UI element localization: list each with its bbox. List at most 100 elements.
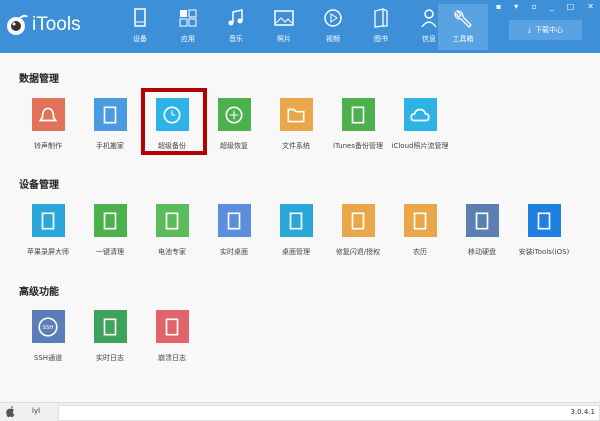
wrench-icon (454, 10, 472, 28)
tool-item[interactable]: 农历 (389, 204, 451, 257)
itools-logo-icon (7, 14, 28, 35)
tool-label: SSH通道 (33, 354, 63, 362)
nav-tab-3[interactable]: 照片 (263, 4, 305, 50)
ssh-icon: SSH (31, 310, 65, 343)
download-center-button[interactable]: ⤓ 下载中心 (509, 20, 582, 40)
feedback-icon[interactable]: ▪ (496, 2, 501, 11)
live-desktop-icon (217, 204, 251, 237)
rocket-icon (93, 204, 127, 237)
tool-item[interactable]: 实时日志 (79, 310, 141, 363)
tool-label: 修复闪退/授权 (335, 248, 381, 256)
nav-tab-label: 信息 (422, 35, 436, 43)
nav-tab-label: 音乐 (229, 35, 243, 43)
tool-label: 崩溃日志 (158, 354, 186, 362)
tool-item[interactable]: 手机搬家 (79, 98, 141, 151)
phone-transfer-icon (93, 98, 127, 131)
book-icon (374, 8, 388, 28)
app-title: iTools (32, 14, 81, 35)
tool-item[interactable]: 铃声制作 (17, 98, 79, 151)
highlight-box (141, 88, 207, 155)
nav-tab-0[interactable]: 设备 (119, 4, 161, 50)
top-bar: iTools 设备 应用 音乐 照片 视频 图书 信息 工具箱 ⤓ 下载中心 ▪ ▾ ▫ _ … (0, 0, 600, 53)
skin-icon[interactable]: ▾ (514, 2, 518, 11)
nav-tab-label: 图书 (374, 35, 388, 43)
tool-label: 铃声制作 (34, 142, 62, 150)
tool-item[interactable]: 苹果录屏大师 (17, 204, 79, 257)
tool-item[interactable]: 电池专家 (141, 204, 203, 257)
tool-label: 手机搬家 (96, 142, 124, 150)
download-center-label: 下载中心 (535, 26, 564, 34)
nav-tab-label: 视频 (326, 35, 340, 43)
nav-tab-label: 应用 (181, 35, 195, 43)
calendar-icon (403, 204, 437, 237)
tool-item[interactable]: 文件系统 (265, 98, 327, 151)
tool-item[interactable]: iTunes备份管理 (327, 98, 389, 151)
tool-item[interactable]: SSH SSH通道 (17, 310, 79, 363)
nav-tab-1[interactable]: 应用 (167, 4, 209, 50)
logo: iTools (6, 14, 81, 36)
tool-item[interactable]: 一键清理 (79, 204, 141, 257)
tool-item[interactable]: iCloud照片流管理 (389, 98, 451, 151)
nav-tab-label: 设备 (133, 35, 147, 43)
minimize-icon[interactable]: _ (550, 2, 554, 11)
tool-label: 移动硬盘 (468, 248, 496, 256)
nav-tab-7[interactable]: 工具箱 (438, 4, 488, 50)
section-title: 高级功能 (19, 287, 59, 298)
apple-icon (6, 406, 15, 419)
settings-icon[interactable]: ▫ (531, 2, 536, 11)
restore-icon (217, 98, 251, 131)
tool-item[interactable]: 实时桌面 (203, 204, 265, 257)
tool-label: 安装iTools(iOS) (518, 248, 570, 256)
tool-item[interactable]: 安装iTools(iOS) (513, 204, 575, 257)
section-title: 数据管理 (19, 74, 59, 85)
nav-tab-4[interactable]: 视频 (312, 4, 354, 50)
tool-label: 苹果录屏大师 (27, 248, 69, 256)
desktop-manage-icon (279, 204, 313, 237)
photo-icon (274, 10, 294, 26)
user-name: lyl (32, 407, 41, 415)
maximize-icon[interactable]: □ (567, 2, 575, 11)
tool-label: 文件系统 (282, 142, 310, 150)
icloud-icon (403, 98, 437, 131)
crash-log-icon (155, 310, 189, 343)
install-itools-icon (527, 204, 561, 237)
repair-badge-icon (341, 204, 375, 237)
window-controls: ▪ ▾ ▫ _ □ ✕ (496, 2, 594, 11)
video-icon (324, 9, 342, 27)
screen-mirror-icon (31, 204, 65, 237)
battery-icon (155, 204, 189, 237)
tool-item[interactable]: 移动硬盘 (451, 204, 513, 257)
tool-label: 一键清理 (96, 248, 124, 256)
section-title: 设备管理 (19, 180, 59, 191)
tool-item[interactable]: 桌面管理 (265, 204, 327, 257)
nav-tab-label: 工具箱 (452, 35, 474, 43)
usb-drive-icon (465, 204, 499, 237)
tool-label: iCloud照片流管理 (391, 142, 449, 150)
status-bar: lyl 3.0.4.1 (0, 402, 600, 421)
close-icon[interactable]: ✕ (587, 2, 594, 11)
music-icon (228, 9, 243, 26)
tool-label: iTunes备份管理 (333, 142, 383, 150)
tool-item[interactable]: 超级恢复 (203, 98, 265, 151)
svg-text:SSH: SSH (42, 325, 53, 331)
apps-icon (179, 9, 197, 27)
status-field: 3.0.4.1 (58, 405, 600, 421)
itunes-backup-icon (341, 98, 375, 131)
tool-label: 实时桌面 (220, 248, 248, 256)
tool-label: 超级恢复 (220, 142, 248, 150)
tool-label: 桌面管理 (282, 248, 310, 256)
nav-tab-5[interactable]: 图书 (360, 4, 402, 50)
download-icon: ⤓ (527, 25, 532, 34)
tool-item[interactable]: 崩溃日志 (141, 310, 203, 363)
tool-item[interactable]: 修复闪退/授权 (327, 204, 389, 257)
tool-label: 实时日志 (96, 354, 124, 362)
user-icon (421, 9, 437, 28)
nav-tab-label: 照片 (277, 35, 291, 43)
tool-label: 电池专家 (158, 248, 186, 256)
phone-icon (134, 8, 146, 27)
folder-icon (279, 98, 313, 131)
nav-tab-2[interactable]: 音乐 (215, 4, 257, 50)
log-icon (93, 310, 127, 343)
tool-label: 农历 (413, 248, 427, 256)
version-label: 3.0.4.1 (570, 408, 596, 416)
